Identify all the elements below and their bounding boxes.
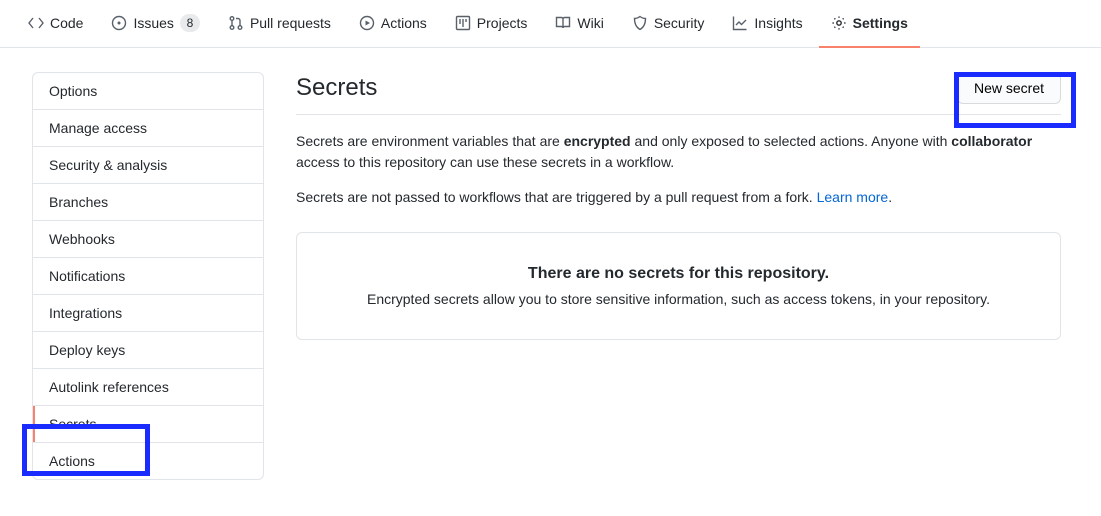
sidebar-item-label: Branches	[49, 194, 108, 210]
settings-layout: Options Manage access Security & analysi…	[0, 48, 1101, 504]
tab-issues[interactable]: Issues 8	[99, 0, 211, 48]
learn-more-link[interactable]: Learn more	[817, 189, 889, 205]
sidebar-item-deploy-keys[interactable]: Deploy keys	[33, 332, 263, 369]
shield-icon	[632, 15, 648, 31]
gear-icon	[831, 15, 847, 31]
sidebar-item-label: Actions	[49, 453, 95, 469]
sidebar-item-label: Security & analysis	[49, 157, 167, 173]
tab-code[interactable]: Code	[16, 0, 95, 48]
graph-icon	[732, 15, 748, 31]
issue-icon	[111, 15, 127, 31]
tab-label: Code	[50, 15, 83, 31]
sidebar-item-label: Notifications	[49, 268, 125, 284]
tab-projects[interactable]: Projects	[443, 0, 540, 48]
sidebar-item-branches[interactable]: Branches	[33, 184, 263, 221]
sidebar-item-integrations[interactable]: Integrations	[33, 295, 263, 332]
tab-label: Security	[654, 15, 705, 31]
sidebar-item-options[interactable]: Options	[33, 73, 263, 110]
new-secret-button[interactable]: New secret	[957, 72, 1061, 104]
repo-nav: Code Issues 8 Pull requests Actions Proj…	[0, 0, 1101, 48]
sidebar-item-manage-access[interactable]: Manage access	[33, 110, 263, 147]
main-header: Secrets New secret	[296, 72, 1061, 115]
tab-insights[interactable]: Insights	[720, 0, 814, 48]
sidebar-item-webhooks[interactable]: Webhooks	[33, 221, 263, 258]
settings-sidebar: Options Manage access Security & analysi…	[32, 72, 264, 480]
sidebar-item-label: Deploy keys	[49, 342, 125, 358]
book-icon	[555, 15, 571, 31]
tab-security[interactable]: Security	[620, 0, 717, 48]
play-icon	[359, 15, 375, 31]
empty-description: Encrypted secrets allow you to store sen…	[329, 291, 1028, 307]
main-content: Secrets New secret Secrets are environme…	[296, 72, 1085, 340]
sidebar-item-label: Options	[49, 83, 97, 99]
sidebar-item-actions[interactable]: Actions	[33, 443, 263, 479]
empty-title: There are no secrets for this repository…	[329, 265, 1028, 283]
issues-count-badge: 8	[180, 14, 200, 32]
tab-label: Projects	[477, 15, 528, 31]
sidebar-item-autolink-references[interactable]: Autolink references	[33, 369, 263, 406]
code-icon	[28, 15, 44, 31]
sidebar-item-label: Autolink references	[49, 379, 169, 395]
sidebar-item-label: Manage access	[49, 120, 147, 136]
tab-label: Wiki	[577, 15, 603, 31]
project-icon	[455, 15, 471, 31]
page-title: Secrets	[296, 74, 377, 102]
tab-label: Issues	[133, 15, 173, 31]
tab-label: Settings	[853, 15, 908, 31]
tab-label: Actions	[381, 15, 427, 31]
tab-actions[interactable]: Actions	[347, 0, 439, 48]
git-pull-request-icon	[228, 15, 244, 31]
sidebar-item-label: Integrations	[49, 305, 122, 321]
secrets-description-1: Secrets are environment variables that a…	[296, 131, 1061, 173]
sidebar-item-label: Webhooks	[49, 231, 115, 247]
sidebar-item-security-analysis[interactable]: Security & analysis	[33, 147, 263, 184]
secrets-description-2: Secrets are not passed to workflows that…	[296, 187, 1061, 208]
tab-pull-requests[interactable]: Pull requests	[216, 0, 343, 48]
sidebar-item-notifications[interactable]: Notifications	[33, 258, 263, 295]
sidebar-item-label: Secrets	[49, 416, 96, 432]
tab-wiki[interactable]: Wiki	[543, 0, 615, 48]
tab-label: Insights	[754, 15, 802, 31]
tab-label: Pull requests	[250, 15, 331, 31]
tab-settings[interactable]: Settings	[819, 0, 920, 48]
sidebar-item-secrets[interactable]: Secrets	[33, 406, 263, 443]
empty-secrets-panel: There are no secrets for this repository…	[296, 232, 1061, 340]
